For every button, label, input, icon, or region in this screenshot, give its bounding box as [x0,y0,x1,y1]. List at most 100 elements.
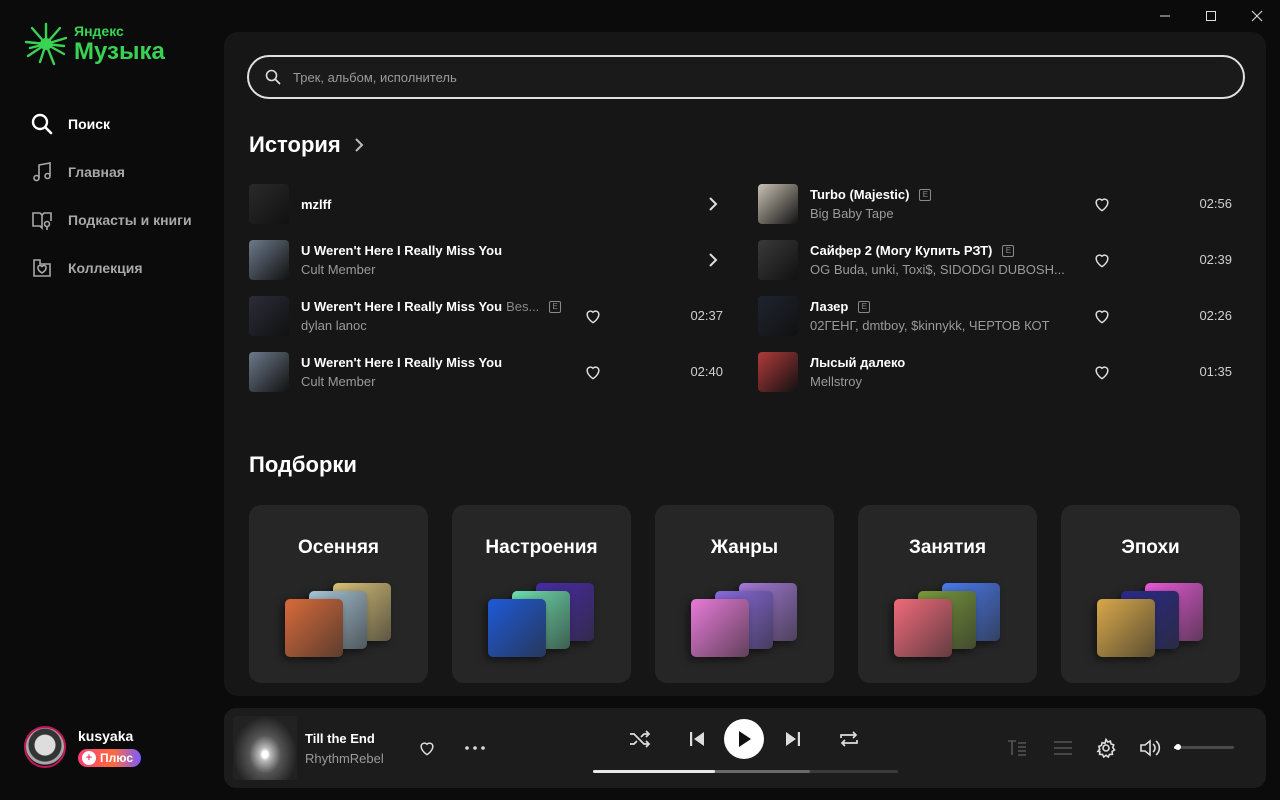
progress-bar[interactable] [593,770,898,773]
track-title[interactable]: U Weren't Here I Really Miss You [301,243,502,258]
open-button[interactable] [703,250,723,270]
heart-icon [1095,254,1109,268]
track-cover[interactable] [249,240,289,280]
selection-card[interactable]: Осенняя [249,505,428,683]
track-info: U Weren't Here I Really Miss You Cult Mem… [301,355,561,389]
selections-title: Подборки [249,452,357,477]
track-title[interactable]: Сайфер 2 (Могу Купить РЗТ) [810,243,992,258]
track-title-extra: Bes... [506,299,540,314]
explicit-icon: E [858,300,871,313]
chevron-right-icon [355,138,364,152]
selection-card-art [285,583,395,663]
volume-button[interactable] [1138,737,1162,759]
track-cover[interactable] [249,352,289,392]
history-item[interactable]: U Weren't Here I Really Miss You Bes... Ed… [249,294,561,338]
sidebar: Яндекс Музыка Поиск Главная Подкасты и к… [0,0,224,800]
next-button[interactable] [782,728,804,750]
sidebar-item-home[interactable]: Главная [30,148,192,196]
history-header[interactable]: История [249,132,365,158]
close-button[interactable] [1234,0,1280,32]
like-button[interactable] [1092,194,1112,214]
volume-knob[interactable] [1174,744,1181,750]
track-artist[interactable]: Cult Member [301,262,561,277]
track-cover[interactable] [758,352,798,392]
selection-card-title: Жанры [710,537,779,558]
history-item[interactable]: U Weren't Here I Really Miss You Cult Mem… [249,350,561,394]
cover-tile [488,599,546,657]
like-button[interactable] [583,306,603,326]
history-item[interactable]: mzlff [249,182,561,226]
heart-icon [1095,366,1109,380]
track-cover[interactable] [249,184,289,224]
open-button[interactable] [703,194,723,214]
like-button[interactable] [1092,306,1112,326]
like-button[interactable] [1092,250,1112,270]
heart-icon [1095,198,1109,212]
track-artist[interactable]: 02ГЕНГ, dmtboy, $kinnykk, ЧЕРТОВ КОТ [810,318,1070,333]
settings-button[interactable] [1095,737,1117,759]
like-button[interactable] [416,737,438,759]
history-item[interactable]: Сайфер 2 (Могу Купить РЗТ) E OG Buda, unki… [758,238,1070,282]
track-artist[interactable]: dylan lanoc [301,318,561,333]
music-note-icon [30,160,54,184]
minimize-button[interactable] [1142,0,1188,32]
track-title-row: U Weren't Here I Really Miss You Bes... E [301,299,561,314]
maximize-button[interactable] [1188,0,1234,32]
selection-card[interactable]: Эпохи [1061,505,1240,683]
selections-header: Подборки [249,452,357,478]
heart-icon [586,310,600,324]
track-info: U Weren't Here I Really Miss You Bes... Ed… [301,299,561,333]
track-title[interactable]: mzlff [301,197,331,212]
selection-card[interactable]: Настроения [452,505,631,683]
now-playing-cover[interactable] [233,716,297,780]
like-button[interactable] [583,362,603,382]
logo[interactable]: Яндекс Музыка [24,22,165,66]
track-title-row: Сайфер 2 (Могу Купить РЗТ) E [810,243,1070,258]
track-title-row: Turbo (Majestic) E [810,187,1070,202]
speaker-icon [1140,739,1161,757]
plus-badge[interactable]: + Плюс [78,748,142,767]
history-item[interactable]: Лазер E 02ГЕНГ, dmtboy, $kinnykk, ЧЕРТОВ К… [758,294,1070,338]
search-input[interactable] [293,69,1193,85]
repeat-button[interactable] [837,728,861,750]
track-artist[interactable]: Mellstroy [810,374,1070,389]
selection-card[interactable]: Жанры [655,505,834,683]
volume-slider[interactable] [1174,744,1234,750]
like-button[interactable] [1092,362,1112,382]
track-title[interactable]: U Weren't Here I Really Miss You [301,299,502,314]
now-playing-artist[interactable]: RhythmRebel [305,751,384,766]
history-item[interactable]: Лысый далеко Mellstroy [758,350,1070,394]
sidebar-item-search[interactable]: Поиск [30,100,192,148]
track-artist[interactable]: Cult Member [301,374,561,389]
track-info: Сайфер 2 (Могу Купить РЗТ) E OG Buda, unki… [810,243,1070,277]
lyrics-button[interactable] [1006,738,1028,758]
track-cover[interactable] [758,296,798,336]
search-bar[interactable] [247,55,1245,99]
play-button[interactable] [724,719,764,759]
now-playing-title[interactable]: Till the End [305,731,375,746]
explicit-icon: E [919,188,932,201]
track-artist[interactable]: Big Baby Tape [810,206,1070,221]
avatar[interactable] [24,726,66,768]
track-cover[interactable] [758,240,798,280]
selection-card[interactable]: Занятия [858,505,1037,683]
sidebar-item-collection[interactable]: Коллекция [30,244,192,292]
track-cover[interactable] [249,296,289,336]
track-artist[interactable]: OG Buda, unki, Toxi$, SIDODGI DUBOSH... [810,262,1070,277]
username: kusyaka [78,727,134,744]
previous-button[interactable] [686,728,708,750]
more-button[interactable] [462,737,488,759]
sidebar-item-podcasts[interactable]: Подкасты и книги [30,196,192,244]
track-info: Turbo (Majestic) E Big Baby Tape [810,187,1070,221]
track-title[interactable]: Turbo (Majestic) [810,187,909,202]
logo-small: Яндекс [74,23,124,39]
history-item[interactable]: U Weren't Here I Really Miss You Cult Mem… [249,238,561,282]
history-item[interactable]: Turbo (Majestic) E Big Baby Tape [758,182,1070,226]
queue-button[interactable] [1052,738,1074,758]
track-title[interactable]: Лысый далеко [810,355,905,370]
user-profile[interactable]: kusyaka + Плюс [24,726,142,768]
shuffle-button[interactable] [628,728,652,750]
track-title[interactable]: Лазер [810,299,848,314]
track-title[interactable]: U Weren't Here I Really Miss You [301,355,502,370]
track-cover[interactable] [758,184,798,224]
